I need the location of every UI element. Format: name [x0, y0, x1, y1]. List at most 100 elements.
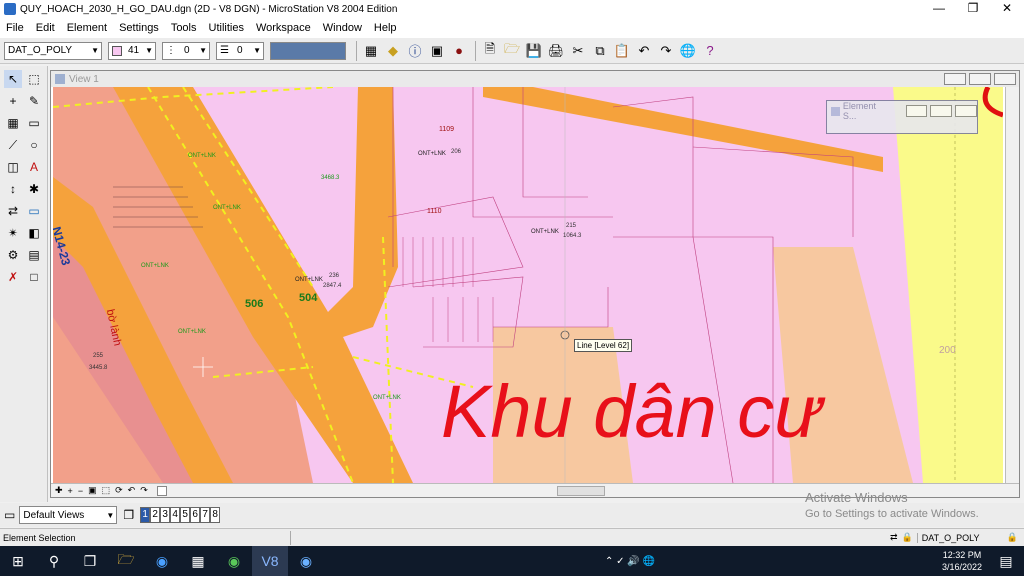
fence-select-icon[interactable]: ⬚	[25, 70, 43, 88]
circle-icon[interactable]: ○	[25, 136, 43, 154]
view-button-8[interactable]: 8	[210, 507, 221, 523]
view-button-2[interactable]: 2	[150, 507, 161, 523]
view-button-7[interactable]: 7	[200, 507, 211, 523]
copy-element-icon[interactable]: ⇄	[4, 202, 22, 220]
view-button-1[interactable]: 1	[140, 507, 151, 523]
save-icon[interactable]: 💾	[524, 41, 544, 61]
element-selection-dialog: Element S...	[826, 100, 978, 134]
paint-icon[interactable]: ✎	[25, 92, 43, 110]
trim-icon[interactable]: ◧	[25, 224, 43, 242]
place-point-icon[interactable]: +	[4, 92, 22, 110]
dialog-maximize-icon[interactable]	[930, 105, 953, 117]
help-icon[interactable]: ?	[700, 41, 720, 61]
menu-file[interactable]: File	[6, 22, 24, 34]
menu-utilities[interactable]: Utilities	[209, 22, 244, 34]
view-button-3[interactable]: 3	[160, 507, 171, 523]
view-button-6[interactable]: 6	[190, 507, 201, 523]
color-dropdown[interactable]: 41 ▼	[108, 41, 156, 60]
dialog-minimize-icon[interactable]	[905, 105, 928, 117]
view-minimize-icon[interactable]	[944, 73, 966, 85]
line-icon[interactable]: ⟋	[4, 136, 22, 154]
browser-icon[interactable]: ◉	[288, 546, 324, 576]
cell-icon[interactable]: ▦	[4, 114, 22, 132]
task-view-icon[interactable]: ❐	[72, 546, 108, 576]
info-icon[interactable]: ⓘ	[405, 41, 425, 61]
line-style-dropdown[interactable]: ⋮ 0 ▼	[162, 41, 210, 60]
copy-icon[interactable]: ⧉	[590, 41, 610, 61]
menu-settings[interactable]: Settings	[119, 22, 159, 34]
system-tray-icons[interactable]: ⌃ ✓ 🔊 🌐	[605, 556, 655, 567]
menu-element[interactable]: Element	[67, 22, 107, 34]
menu-edit[interactable]: Edit	[36, 22, 55, 34]
level-dropdown[interactable]: DAT_O_POLY ▼	[4, 41, 102, 60]
modify-icon[interactable]: ✴	[4, 224, 22, 242]
zoom-out-icon[interactable]: −	[78, 486, 83, 496]
delete-icon[interactable]: ✗	[4, 268, 22, 286]
view-groups-icon[interactable]: ▭	[4, 508, 15, 522]
start-icon[interactable]: ⊞	[0, 546, 36, 576]
dimension-icon[interactable]: ↕	[4, 180, 22, 198]
level-manager-icon[interactable]: ◆	[383, 41, 403, 61]
paste-icon[interactable]: 📋	[612, 41, 632, 61]
annotation-icon[interactable]: ⚙	[4, 246, 22, 264]
pattern-icon[interactable]: ✱	[25, 180, 43, 198]
close-icon[interactable]: ✕	[990, 0, 1024, 18]
view-maximize-icon[interactable]	[969, 73, 991, 85]
calculator-icon[interactable]: ▦	[180, 546, 216, 576]
drop-icon[interactable]: □	[25, 268, 43, 286]
view-previous-icon[interactable]: ↶	[128, 485, 136, 496]
lock-icon[interactable]: 🔒	[1007, 532, 1018, 543]
print-icon[interactable]: 🖨	[546, 41, 566, 61]
snap-icon[interactable]: ⇄	[890, 532, 898, 543]
restore-icon[interactable]: ❐	[956, 0, 990, 18]
view-button-4[interactable]: 4	[170, 507, 181, 523]
notifications-icon[interactable]: ▤	[988, 546, 1024, 576]
fence-icon[interactable]: ▣	[427, 41, 447, 61]
menu-help[interactable]: Help	[374, 22, 397, 34]
active-line-preview[interactable]	[270, 41, 346, 60]
vertical-scrollbar[interactable]	[1005, 87, 1019, 485]
open-folder-icon[interactable]: 🗁	[502, 41, 522, 61]
minimize-icon[interactable]: —	[922, 0, 956, 18]
drawing-canvas[interactable]: N14-23 bờ lành 1109 1110 504 506 200 ONT…	[53, 87, 1003, 483]
microstation-taskbar-icon[interactable]: V8	[252, 546, 288, 576]
view-close-icon[interactable]	[994, 73, 1016, 85]
view-next-icon[interactable]: ↷	[140, 485, 148, 496]
system-clock[interactable]: 12:32 PM 3/16/2022	[942, 549, 988, 573]
globe-icon[interactable]: 🌐	[678, 41, 698, 61]
render-icon[interactable]: ●	[449, 41, 469, 61]
scroll-left-arrow[interactable]	[156, 485, 167, 496]
line-weight-dropdown[interactable]: ☰ 0 ▼	[216, 41, 264, 60]
view-group-dropdown[interactable]: Default Views ▼	[19, 506, 118, 524]
view-window-icon[interactable]: ❐	[123, 508, 134, 522]
search-icon[interactable]: ⚲	[36, 546, 72, 576]
new-file-icon[interactable]: 🗎	[480, 41, 500, 61]
select-arrow-icon[interactable]: ↖	[4, 70, 22, 88]
cad-map: N14-23 bờ lành 1109 1110 504 506 200 ONT…	[53, 87, 1003, 483]
rectangle-icon[interactable]: ▭	[25, 114, 43, 132]
zoom-in-icon[interactable]: +	[68, 486, 73, 496]
menu-tools[interactable]: Tools	[171, 22, 197, 34]
undo-icon[interactable]: ↶	[634, 41, 654, 61]
pan-icon[interactable]: ✚	[55, 485, 63, 496]
lock-icon[interactable]: 🔒	[902, 532, 913, 543]
group-icon[interactable]: ▤	[25, 246, 43, 264]
dialog-close-icon[interactable]	[955, 105, 978, 117]
horizontal-scroll-thumb[interactable]	[556, 485, 605, 496]
window-area-icon[interactable]: ▣	[88, 485, 97, 496]
fit-view-icon[interactable]: ⬚	[102, 485, 111, 496]
menu-workspace[interactable]: Workspace	[256, 22, 311, 34]
measure-icon[interactable]: ◫	[4, 158, 22, 176]
window-title: QUY_HOACH_2030_H_GO_DAU.dgn (2D - V8 DGN…	[20, 3, 398, 15]
cut-icon[interactable]: ✂	[568, 41, 588, 61]
file-explorer-icon[interactable]: 🗁	[108, 546, 144, 576]
zalo-icon[interactable]: ◉	[144, 546, 180, 576]
move-icon[interactable]: ▭	[25, 202, 43, 220]
element-info-icon[interactable]: ▦	[361, 41, 381, 61]
view-button-5[interactable]: 5	[180, 507, 191, 523]
text-icon[interactable]: A	[25, 158, 43, 176]
redo-icon[interactable]: ↷	[656, 41, 676, 61]
menu-window[interactable]: Window	[323, 22, 362, 34]
chrome-icon[interactable]: ◉	[216, 546, 252, 576]
rotate-view-icon[interactable]: ⟳	[115, 485, 123, 496]
